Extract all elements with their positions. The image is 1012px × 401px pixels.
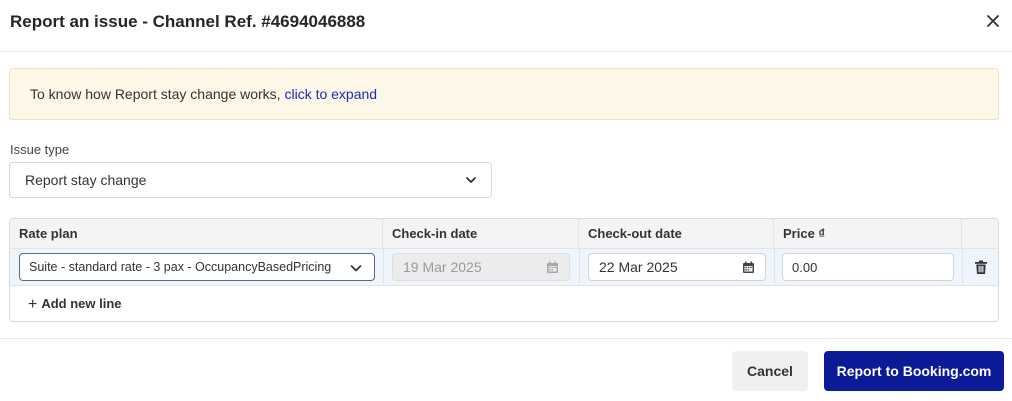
plus-icon: + [28,296,38,313]
chevron-down-icon [350,265,362,272]
table-header: Rate plan Check-in date Check-out date P… [10,219,998,249]
trash-icon[interactable] [974,260,988,275]
issue-type-select[interactable]: Report stay change [9,162,492,198]
chevron-down-icon [466,177,476,183]
calendar-icon [547,261,558,273]
check-out-date-value: 22 Mar 2025 [599,259,678,275]
add-new-line-button[interactable]: + Add new line [28,295,122,313]
info-banner: To know how Report stay change works, cl… [9,68,999,120]
rate-plan-value: Suite - standard rate - 3 pax - Occupanc… [29,260,332,274]
check-out-date-field[interactable]: 22 Mar 2025 [588,253,766,281]
cell-divider [774,249,775,286]
calendar-icon[interactable] [742,261,755,274]
table-row: Suite - standard rate - 3 pax - Occupanc… [10,249,998,286]
info-message: To know how Report stay change works, [30,86,281,102]
cancel-button[interactable]: Cancel [732,351,808,391]
stay-change-table: Rate plan Check-in date Check-out date P… [9,218,999,322]
price-input[interactable] [782,253,954,281]
report-button[interactable]: Report to Booking.com [824,351,1004,391]
header-rate-plan: Rate plan [10,219,383,249]
cell-divider [383,249,384,286]
check-in-date-value: 19 Mar 2025 [403,259,482,275]
add-new-line-label: Add new line [41,296,122,311]
issue-type-value: Report stay change [25,172,147,188]
info-text: To know how Report stay change works, cl… [30,86,377,102]
header-price: Price ₫ [774,219,962,249]
header-check-in: Check-in date [383,219,579,249]
expand-link[interactable]: click to expand [284,86,377,102]
cell-divider [579,249,580,286]
rate-plan-select[interactable]: Suite - standard rate - 3 pax - Occupanc… [19,253,375,281]
issue-type-label: Issue type [10,142,70,157]
footer-divider [0,338,1012,339]
cell-divider [962,249,963,286]
check-in-date-field: 19 Mar 2025 [392,253,570,281]
close-icon[interactable] [984,12,1002,30]
header-check-out: Check-out date [579,219,774,249]
dialog-title: Report an issue - Channel Ref. #46940468… [10,12,366,31]
dialog-header: Report an issue - Channel Ref. #46940468… [0,0,1012,52]
